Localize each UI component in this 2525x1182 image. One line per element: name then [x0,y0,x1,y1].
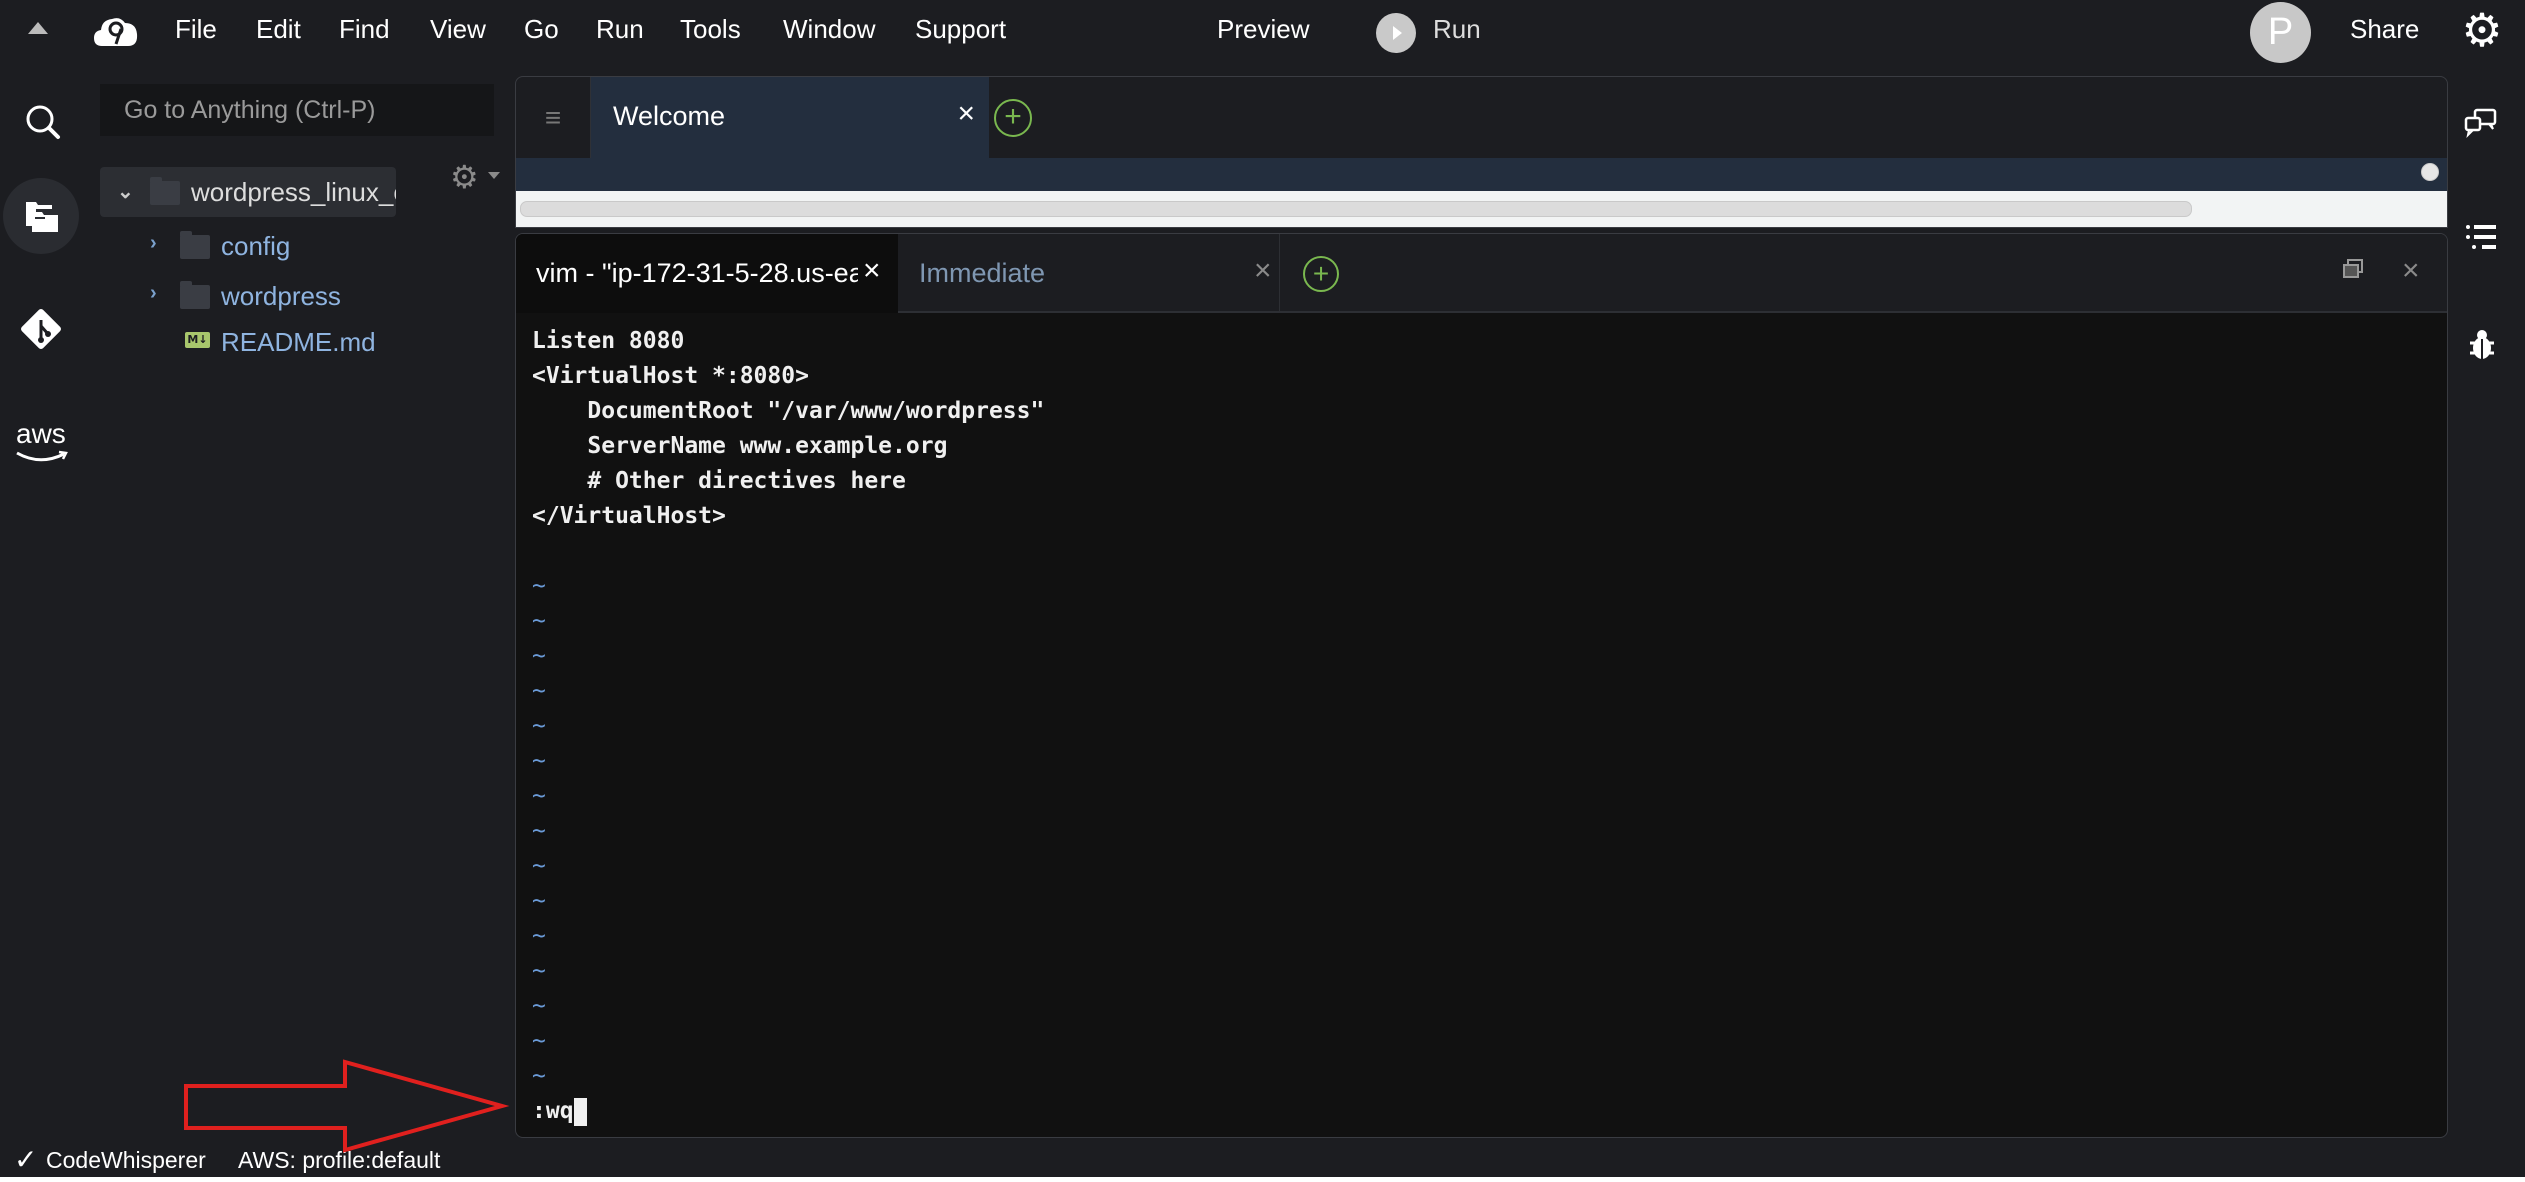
aws-logo-text: aws [16,418,66,449]
vim-empty-line-tilde: ~ [532,1063,546,1089]
close-pane-icon[interactable]: × [2402,254,2420,288]
search-icon[interactable] [14,93,70,149]
vim-empty-line-tilde: ~ [532,888,546,914]
menu-bar: File Edit Find View Go Run Tools Window … [0,0,2525,66]
vim-empty-line-tilde: ~ [532,993,546,1019]
menu-window[interactable]: Window [783,14,875,45]
aws-icon[interactable]: aws [14,418,70,468]
editor-pane: ≡ Welcome × + [515,76,2448,228]
chevron-down-icon[interactable]: ⌄ [117,179,134,204]
maximize-pane-icon[interactable] [2342,258,2364,280]
cloud9-logo-icon [94,18,138,46]
files-icon[interactable] [14,188,70,244]
tab-immediate[interactable]: Immediate × [899,234,1280,311]
vim-empty-line-tilde: ~ [532,853,546,879]
tree-settings-gear-icon[interactable]: ⚙ [450,158,479,196]
bottom-edge [0,1177,2525,1182]
tree-root-label: wordpress_linux_e [191,177,396,207]
terminal-line: DocumentRoot "/var/www/wordpress" [532,398,1045,424]
terminal-output[interactable]: Listen 8080 <VirtualHost *:8080> Document… [532,324,2432,1129]
vim-empty-line-tilde: ~ [532,678,546,704]
go-to-anything-input[interactable] [122,95,496,126]
terminal-line: </VirtualHost> [532,503,726,529]
vim-empty-line-tilde: ~ [532,818,546,844]
tab-vim-terminal[interactable]: vim - "ip-172-31-5-28.us-east × [516,234,898,313]
terminal-line: # Other directives here [532,468,906,494]
vim-command-line[interactable]: :wq [532,1094,2432,1129]
git-icon[interactable] [14,302,70,358]
vim-empty-line-tilde: ~ [532,608,546,634]
annotation-arrow-icon [184,1059,510,1153]
menu-find[interactable]: Find [339,14,390,45]
tab-label: Immediate [919,258,1046,288]
folder-icon [180,281,210,309]
tree-root-folder[interactable]: ⌄ wordpress_linux_e [100,167,396,217]
run-button[interactable]: Run [1433,14,1481,45]
tab-label: Welcome [613,101,726,131]
welcome-content [516,158,2447,191]
tree-item-label: config [221,231,291,261]
terminal-pane: vim - "ip-172-31-5-28.us-east × Immediat… [515,233,2448,1138]
tab-welcome[interactable]: Welcome × [591,77,989,158]
folder-icon [180,231,210,259]
chevron-right-icon[interactable]: › [150,232,157,255]
settings-gear-icon[interactable]: ⚙ [2458,6,2506,54]
terminal-line: ServerName www.example.org [532,433,948,459]
horizontal-scrollbar[interactable] [520,201,2192,217]
vim-command: :wq [532,1098,574,1124]
tree-item-config[interactable]: › config [140,224,470,268]
tree-item-label: wordpress [221,281,341,311]
editor-pane-menu-icon[interactable]: ≡ [516,77,591,158]
outline-icon[interactable] [2462,218,2502,258]
close-tab-icon[interactable]: × [1254,254,1272,288]
vim-empty-line-tilde: ~ [532,748,546,774]
vim-empty-line-tilde: ~ [532,923,546,949]
add-tab-icon[interactable]: + [994,99,1032,137]
menu-go[interactable]: Go [524,14,559,45]
collapse-menu-icon[interactable] [28,22,48,34]
tree-item-label: README.md [221,327,376,357]
go-to-anything-search[interactable] [100,84,496,136]
close-tab-icon[interactable]: × [957,97,975,131]
vim-empty-line-tilde: ~ [532,958,546,984]
run-icon[interactable] [1376,13,1416,53]
menu-view[interactable]: View [430,14,486,45]
debugger-icon[interactable] [2462,325,2502,365]
vim-empty-line-tilde: ~ [532,643,546,669]
preview-button[interactable]: Preview [1217,14,1309,45]
menu-file[interactable]: File [175,14,217,45]
menu-tools[interactable]: Tools [680,14,741,45]
check-icon: ✓ [14,1144,38,1175]
aws-smile-icon [16,450,68,462]
menu-run[interactable]: Run [596,14,644,45]
tree-settings-caret-icon[interactable] [488,172,500,179]
tree-item-wordpress[interactable]: › wordpress [140,274,470,318]
chevron-right-icon[interactable]: › [150,282,157,305]
vim-empty-line-tilde: ~ [532,1028,546,1054]
text-cursor [573,1097,587,1126]
menu-edit[interactable]: Edit [256,14,301,45]
add-terminal-tab-icon[interactable]: + [1303,256,1339,292]
markdown-file-icon: M↓ [185,332,210,348]
menu-support[interactable]: Support [915,14,1006,45]
close-tab-icon[interactable]: × [863,254,881,288]
terminal-line: Listen 8080 [532,328,685,354]
vim-empty-line-tilde: ~ [532,713,546,739]
avatar[interactable]: P [2250,2,2311,63]
share-button[interactable]: Share [2350,14,2419,45]
folder-icon [150,177,180,205]
vertical-scrollbar-knob[interactable] [2421,163,2439,181]
vim-empty-line-tilde: ~ [532,573,546,599]
terminal-line: <VirtualHost *:8080> [532,363,809,389]
vim-empty-line-tilde: ~ [532,783,546,809]
chat-icon[interactable] [2462,104,2502,144]
tab-label: vim - "ip-172-31-5-28.us-east [536,258,858,288]
